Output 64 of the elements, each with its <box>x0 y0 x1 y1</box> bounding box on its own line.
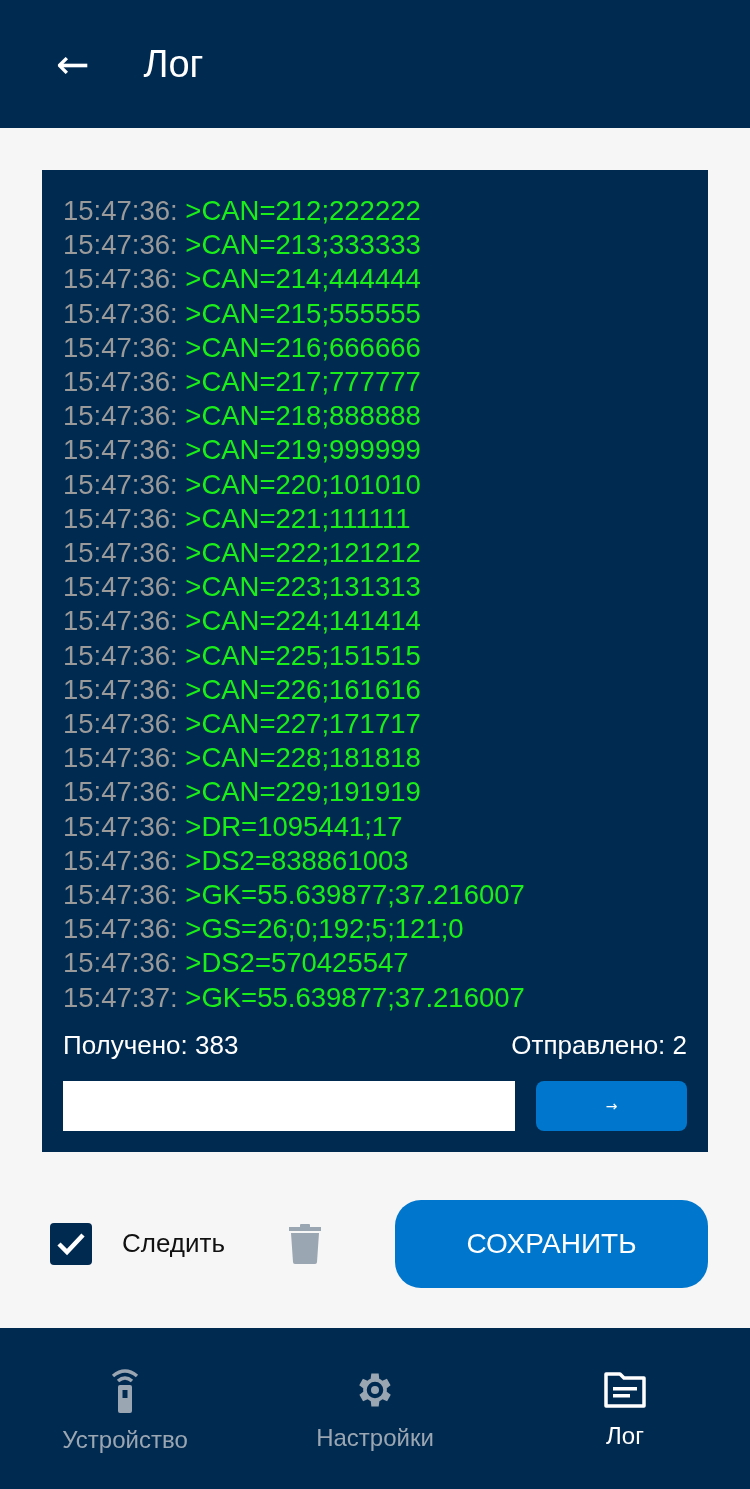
log-message: >GK=55.639877;37.216007 <box>185 879 525 911</box>
log-message: >DR=1095441;17 <box>185 810 403 842</box>
sent-count: Отправлено: 2 <box>511 1029 687 1061</box>
log-message: >GK=55.639877;37.216007 <box>185 981 525 1013</box>
save-button[interactable]: СОХРАНИТЬ <box>395 1199 708 1288</box>
log-message: >CAN=222;121212 <box>185 537 421 569</box>
send-button[interactable]: → <box>536 1080 687 1131</box>
log-timestamp: 15:47:36: <box>63 947 178 979</box>
nav-tab[interactable]: Настройки <box>250 1328 500 1489</box>
log-timestamp: 15:47:36: <box>63 331 178 363</box>
nav-tab[interactable]: Лог <box>500 1328 750 1489</box>
follow-checkbox[interactable] <box>50 1222 92 1265</box>
log-timestamp: 15:47:36: <box>63 195 178 226</box>
log-timestamp: 15:47:36: <box>63 742 178 774</box>
log-message: >CAN=227;171717 <box>185 708 421 740</box>
log-timestamp: 15:47:36: <box>63 673 178 705</box>
log-message: >CAN=215;555555 <box>185 297 421 329</box>
log-timestamp: 15:47:36: <box>63 708 178 740</box>
log-timestamp: 15:47:36: <box>63 434 178 466</box>
log-message: >DS2=838861003 <box>185 844 409 876</box>
checkmark-icon <box>56 1231 86 1256</box>
log-timestamp: 15:47:36: <box>63 400 178 432</box>
log-message: >CAN=228;181818 <box>185 742 421 774</box>
log-timestamp: 15:47:36: <box>63 879 178 911</box>
log-timestamp: 15:47:36: <box>63 297 178 329</box>
back-button[interactable]: ← <box>52 44 94 84</box>
remote-signal-icon <box>110 1366 140 1414</box>
follow-label: Следить <box>122 1228 225 1260</box>
log-message: >CAN=213;333333 <box>185 229 421 261</box>
log-message: >CAN=224;141414 <box>185 605 421 637</box>
log-timestamp: 15:47:37: <box>63 981 178 1013</box>
log-message: >GS=26;0;192;5;121;0 <box>185 913 464 945</box>
received-count: Получено: 383 <box>63 1029 239 1061</box>
command-input[interactable] <box>63 1080 515 1131</box>
log-timestamp: 15:47:36: <box>63 776 178 808</box>
log-timestamp: 15:47:36: <box>63 263 178 295</box>
log-timestamp: 15:47:36: <box>63 229 178 261</box>
log-message: >CAN=226;161616 <box>185 673 421 705</box>
log-timestamp: 15:47:36: <box>63 639 178 671</box>
log-message: >CAN=216;666666 <box>185 331 421 363</box>
log-message: >DS2=570425547 <box>185 947 409 979</box>
log-message: >CAN=225;151515 <box>185 639 421 671</box>
log-message: >CAN=229;191919 <box>185 776 421 808</box>
log-timestamp: 15:47:36: <box>63 913 178 945</box>
log-message: >CAN=221;111111 <box>185 502 411 534</box>
log-message: >CAN=212;222222 <box>185 195 421 226</box>
log-message: >CAN=218;888888 <box>185 400 421 432</box>
screen-title: Лог <box>143 42 204 86</box>
log-timestamp: 15:47:36: <box>63 844 178 876</box>
log-timestamp: 15:47:36: <box>63 571 178 603</box>
log-message: >CAN=220;101010 <box>185 468 421 500</box>
log-timestamp: 15:47:36: <box>63 810 178 842</box>
log-message: >CAN=223;131313 <box>185 571 421 603</box>
log-timestamp: 15:47:36: <box>63 605 178 637</box>
log-message: >CAN=219;999999 <box>185 434 421 466</box>
log-timestamp: 15:47:36: <box>63 502 178 534</box>
log-timestamp: 15:47:36: <box>63 468 178 500</box>
nav-tab[interactable]: Устройство <box>0 1328 250 1489</box>
folder-icon <box>603 1370 647 1410</box>
log-timestamp: 15:47:36: <box>63 537 178 569</box>
log-message: >CAN=217;777777 <box>185 366 421 397</box>
trash-icon[interactable] <box>289 1223 321 1264</box>
log-timestamp: 15:47:36: <box>63 366 178 397</box>
log-message: >CAN=214;444444 <box>185 263 421 295</box>
